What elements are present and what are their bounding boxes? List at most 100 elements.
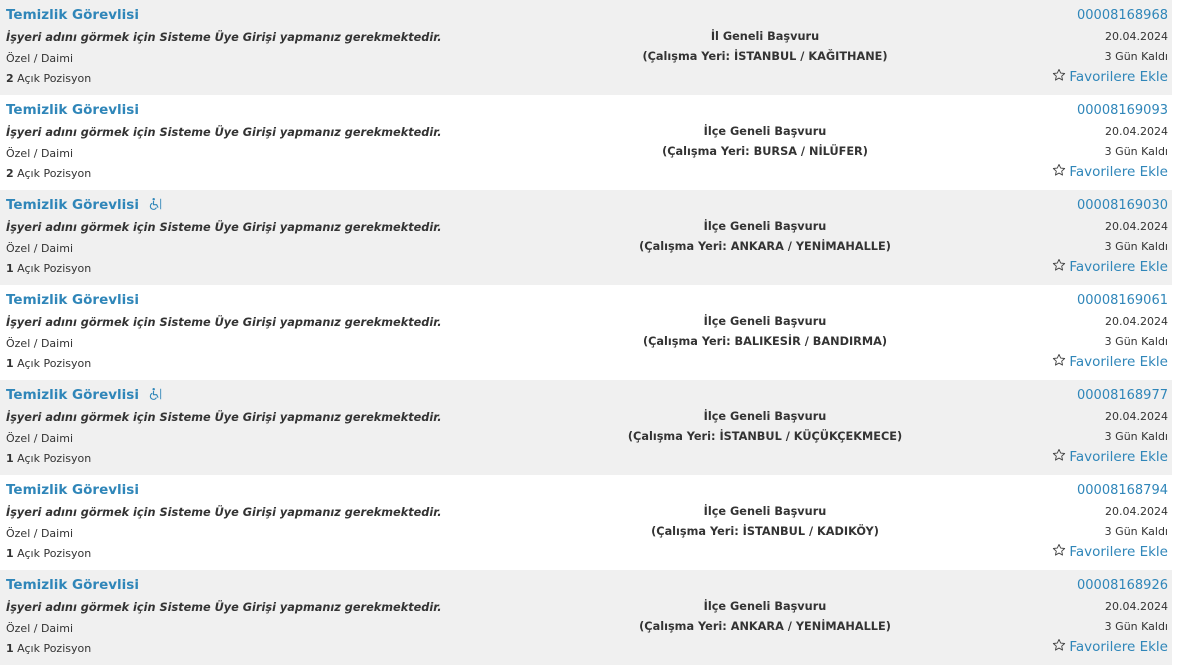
open-positions: 2 Açık Pozisyon [6,167,91,180]
work-location: (Çalışma Yeri: ANKARA / YENİMAHALLE) [639,240,891,253]
work-location: (Çalışma Yeri: İSTANBUL / KAĞITHANE) [642,50,888,63]
open-positions: 2 Açık Pozisyon [6,72,91,85]
login-notice: İşyeri adını görmek için Sisteme Üye Gir… [6,221,442,234]
posting-date: 20.04.2024 [1105,505,1168,518]
login-notice: İşyeri adını görmek için Sisteme Üye Gir… [6,31,442,44]
application-info: İl Geneli Başvuru (Çalışma Yeri: İSTANBU… [580,28,950,66]
star-outline-icon [1053,68,1066,81]
ad-number-link[interactable]: 00008168977 [1052,387,1168,407]
job-title-text: Temizlik Görevlisi [6,387,139,403]
open-positions-label: Açık Pozisyon [17,262,92,275]
login-notice: İşyeri adını görmek için Sisteme Üye Gir… [6,411,442,424]
star-outline-icon [1053,163,1066,176]
job-title-link[interactable]: Temizlik Görevlisi [6,482,139,498]
work-location: (Çalışma Yeri: BALIKESİR / BANDIRMA) [642,335,888,348]
star-outline-icon [1053,638,1066,651]
application-scope: İlçe Geneli Başvuru [703,125,827,138]
job-type: Özel / Daimi [6,242,73,255]
work-location: (Çalışma Yeri: İSTANBUL / KÜÇÜKÇEKMECE) [627,430,903,443]
listing-meta: 00008169093 20.04.2024 3 Gün Kaldı Favor… [1052,102,1168,182]
ad-number-link[interactable]: 00008168968 [1052,7,1168,27]
ad-number-link[interactable]: 00008169061 [1052,292,1168,312]
application-info: İlçe Geneli Başvuru (Çalışma Yeri: BALIK… [580,313,950,351]
open-positions: 1 Açık Pozisyon [6,357,91,370]
open-positions-count: 1 [6,262,14,275]
open-positions-label: Açık Pozisyon [17,547,92,560]
application-scope: İlçe Geneli Başvuru [703,220,827,233]
add-to-favorites-button[interactable]: Favorilere Ekle [1052,447,1168,467]
add-to-favorites-button[interactable]: Favorilere Ekle [1052,257,1168,277]
job-title-text: Temizlik Görevlisi [6,197,139,213]
add-to-favorites-button[interactable]: Favorilere Ekle [1052,162,1168,182]
application-info: İlçe Geneli Başvuru (Çalışma Yeri: İSTAN… [580,503,950,541]
job-title-link[interactable]: Temizlik Görevlisi [6,387,162,403]
job-title-text: Temizlik Görevlisi [6,7,139,23]
login-notice: İşyeri adını görmek için Sisteme Üye Gir… [6,126,442,139]
add-to-favorites-button[interactable]: Favorilere Ekle [1052,542,1168,562]
days-left: 3 Gün Kaldı [1104,430,1168,443]
job-type: Özel / Daimi [6,527,73,540]
open-positions: 1 Açık Pozisyon [6,642,91,655]
job-title-link[interactable]: Temizlik Görevlisi [6,197,162,213]
ad-number-link[interactable]: 00008169030 [1052,197,1168,217]
listing-meta: 00008169030 20.04.2024 3 Gün Kaldı Favor… [1052,197,1168,277]
job-listing-list: Temizlik Görevlisi İşyeri adını görmek i… [0,0,1172,668]
job-title-link[interactable]: Temizlik Görevlisi [6,102,139,118]
open-positions-label: Açık Pozisyon [17,72,92,85]
open-positions-label: Açık Pozisyon [17,357,92,370]
job-type: Özel / Daimi [6,622,73,635]
job-type: Özel / Daimi [6,337,73,350]
days-left: 3 Gün Kaldı [1104,145,1168,158]
application-scope: İlçe Geneli Başvuru [703,315,827,328]
add-to-favorites-button[interactable]: Favorilere Ekle [1052,352,1168,372]
job-title-link[interactable]: Temizlik Görevlisi [6,7,139,23]
job-title-text: Temizlik Görevlisi [6,102,139,118]
add-to-favorites-button[interactable]: Favorilere Ekle [1052,637,1168,657]
application-scope: İlçe Geneli Başvuru [703,410,827,423]
add-to-favorites-button[interactable]: Favorilere Ekle [1052,67,1168,87]
job-title-text: Temizlik Görevlisi [6,292,139,308]
application-scope: İlçe Geneli Başvuru [703,600,827,613]
job-title-link[interactable]: Temizlik Görevlisi [6,577,139,593]
job-title-text: Temizlik Görevlisi [6,577,139,593]
star-outline-icon [1053,258,1066,271]
job-listing-row: Temizlik Görevlisi İşyeri adını görmek i… [0,285,1172,380]
days-left: 3 Gün Kaldı [1104,620,1168,633]
open-positions-count: 1 [6,452,14,465]
listing-meta: 00008168968 20.04.2024 3 Gün Kaldı Favor… [1052,7,1168,87]
work-location: (Çalışma Yeri: İSTANBUL / KADIKÖY) [651,525,879,538]
application-info: İlçe Geneli Başvuru (Çalışma Yeri: İSTAN… [580,408,950,446]
application-scope: İlçe Geneli Başvuru [703,505,827,518]
add-to-favorites-label: Favorilere Ekle [1069,259,1168,275]
star-outline-icon [1053,448,1066,461]
open-positions-count: 1 [6,547,14,560]
login-notice: İşyeri adını görmek için Sisteme Üye Gir… [6,506,442,519]
posting-date: 20.04.2024 [1105,125,1168,138]
job-listing-row: Temizlik Görevlisi İşyeri adını görmek i… [0,0,1172,95]
listing-meta: 00008168794 20.04.2024 3 Gün Kaldı Favor… [1052,482,1168,562]
posting-date: 20.04.2024 [1105,600,1168,613]
add-to-favorites-label: Favorilere Ekle [1069,164,1168,180]
posting-date: 20.04.2024 [1105,410,1168,423]
open-positions: 1 Açık Pozisyon [6,547,91,560]
open-positions: 1 Açık Pozisyon [6,452,91,465]
days-left: 3 Gün Kaldı [1104,335,1168,348]
application-info: İlçe Geneli Başvuru (Çalışma Yeri: BURSA… [580,123,950,161]
add-to-favorites-label: Favorilere Ekle [1069,639,1168,655]
add-to-favorites-label: Favorilere Ekle [1069,354,1168,370]
open-positions: 1 Açık Pozisyon [6,262,91,275]
posting-date: 20.04.2024 [1105,315,1168,328]
open-positions-count: 1 [6,357,14,370]
add-to-favorites-label: Favorilere Ekle [1069,449,1168,465]
ad-number-link[interactable]: 00008168926 [1052,577,1168,597]
job-listing-row: Temizlik Görevlisi İşyeri adını görmek i… [0,95,1172,190]
open-positions-label: Açık Pozisyon [17,167,92,180]
ad-number-link[interactable]: 00008169093 [1052,102,1168,122]
ad-number-link[interactable]: 00008168794 [1052,482,1168,502]
job-type: Özel / Daimi [6,432,73,445]
add-to-favorites-label: Favorilere Ekle [1069,69,1168,85]
listing-meta: 00008169061 20.04.2024 3 Gün Kaldı Favor… [1052,292,1168,372]
job-title-link[interactable]: Temizlik Görevlisi [6,292,139,308]
work-location: (Çalışma Yeri: ANKARA / YENİMAHALLE) [639,620,891,633]
job-type: Özel / Daimi [6,147,73,160]
